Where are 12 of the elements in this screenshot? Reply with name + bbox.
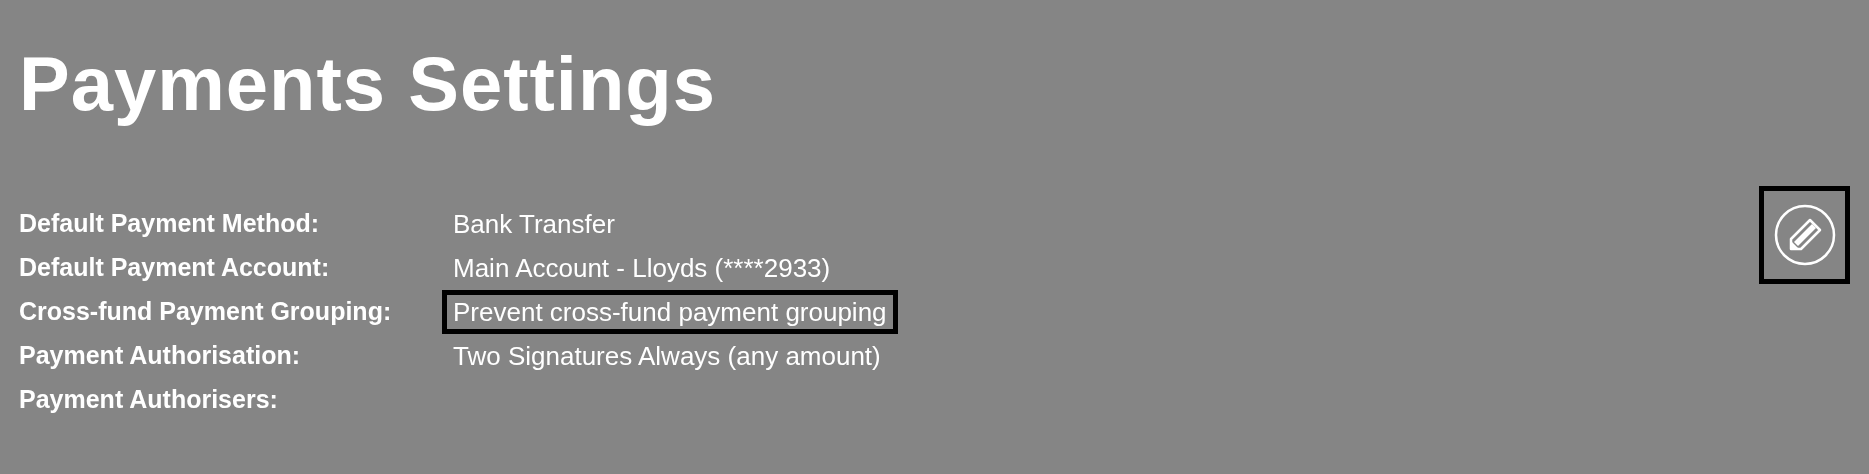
edit-button[interactable] (1759, 186, 1850, 284)
field-label: Cross-fund Payment Grouping: (19, 296, 393, 328)
field-value: Two Signatures Always (any amount) (452, 340, 882, 373)
field-label: Default Payment Account: (19, 252, 331, 284)
field-value: Prevent cross-fund payment grouping (442, 290, 898, 334)
field-label: Payment Authorisation: (19, 340, 302, 372)
field-value: Main Account - Lloyds (****2933) (452, 252, 832, 285)
page-title: Payments Settings (19, 40, 716, 128)
field-label: Payment Authorisers: (19, 384, 279, 416)
field-label: Default Payment Method: (19, 208, 321, 240)
field-value: Bank Transfer (452, 208, 616, 241)
pencil-icon (1773, 204, 1836, 266)
